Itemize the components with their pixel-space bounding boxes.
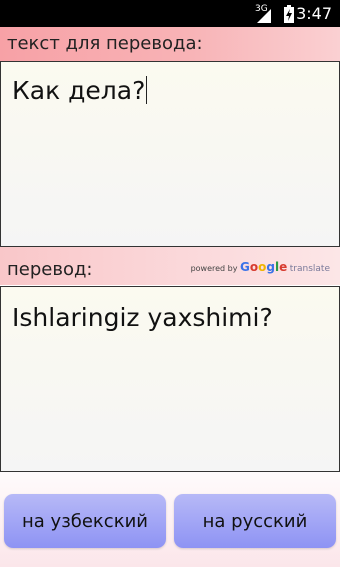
translate-to-uzbek-button[interactable]: на узбекский — [4, 494, 166, 548]
battery-charging-icon — [284, 5, 294, 23]
source-label: текст для перевода: — [7, 33, 203, 54]
translation-label: перевод: — [7, 259, 93, 280]
google-logo: Google — [240, 260, 288, 274]
signal-icon — [257, 9, 271, 23]
source-text: Как дела? — [12, 76, 146, 105]
translate-to-russian-button[interactable]: на русский — [174, 494, 336, 548]
source-text-input[interactable]: Как дела? — [0, 61, 340, 247]
text-cursor — [146, 76, 148, 104]
google-translate-attribution: powered by Google translate — [191, 260, 330, 274]
translation-text: Ishlaringiz yaxshimi? — [12, 303, 273, 332]
translation-header: перевод: powered by Google translate — [0, 247, 340, 285]
source-header: текст для перевода: — [0, 27, 340, 61]
translate-word: translate — [289, 264, 330, 274]
translation-output: Ishlaringiz yaxshimi? — [0, 286, 340, 472]
powered-by-text: powered by — [190, 264, 238, 273]
clock: 3:47 — [296, 4, 332, 23]
status-bar: 3G 3:47 — [0, 0, 340, 27]
